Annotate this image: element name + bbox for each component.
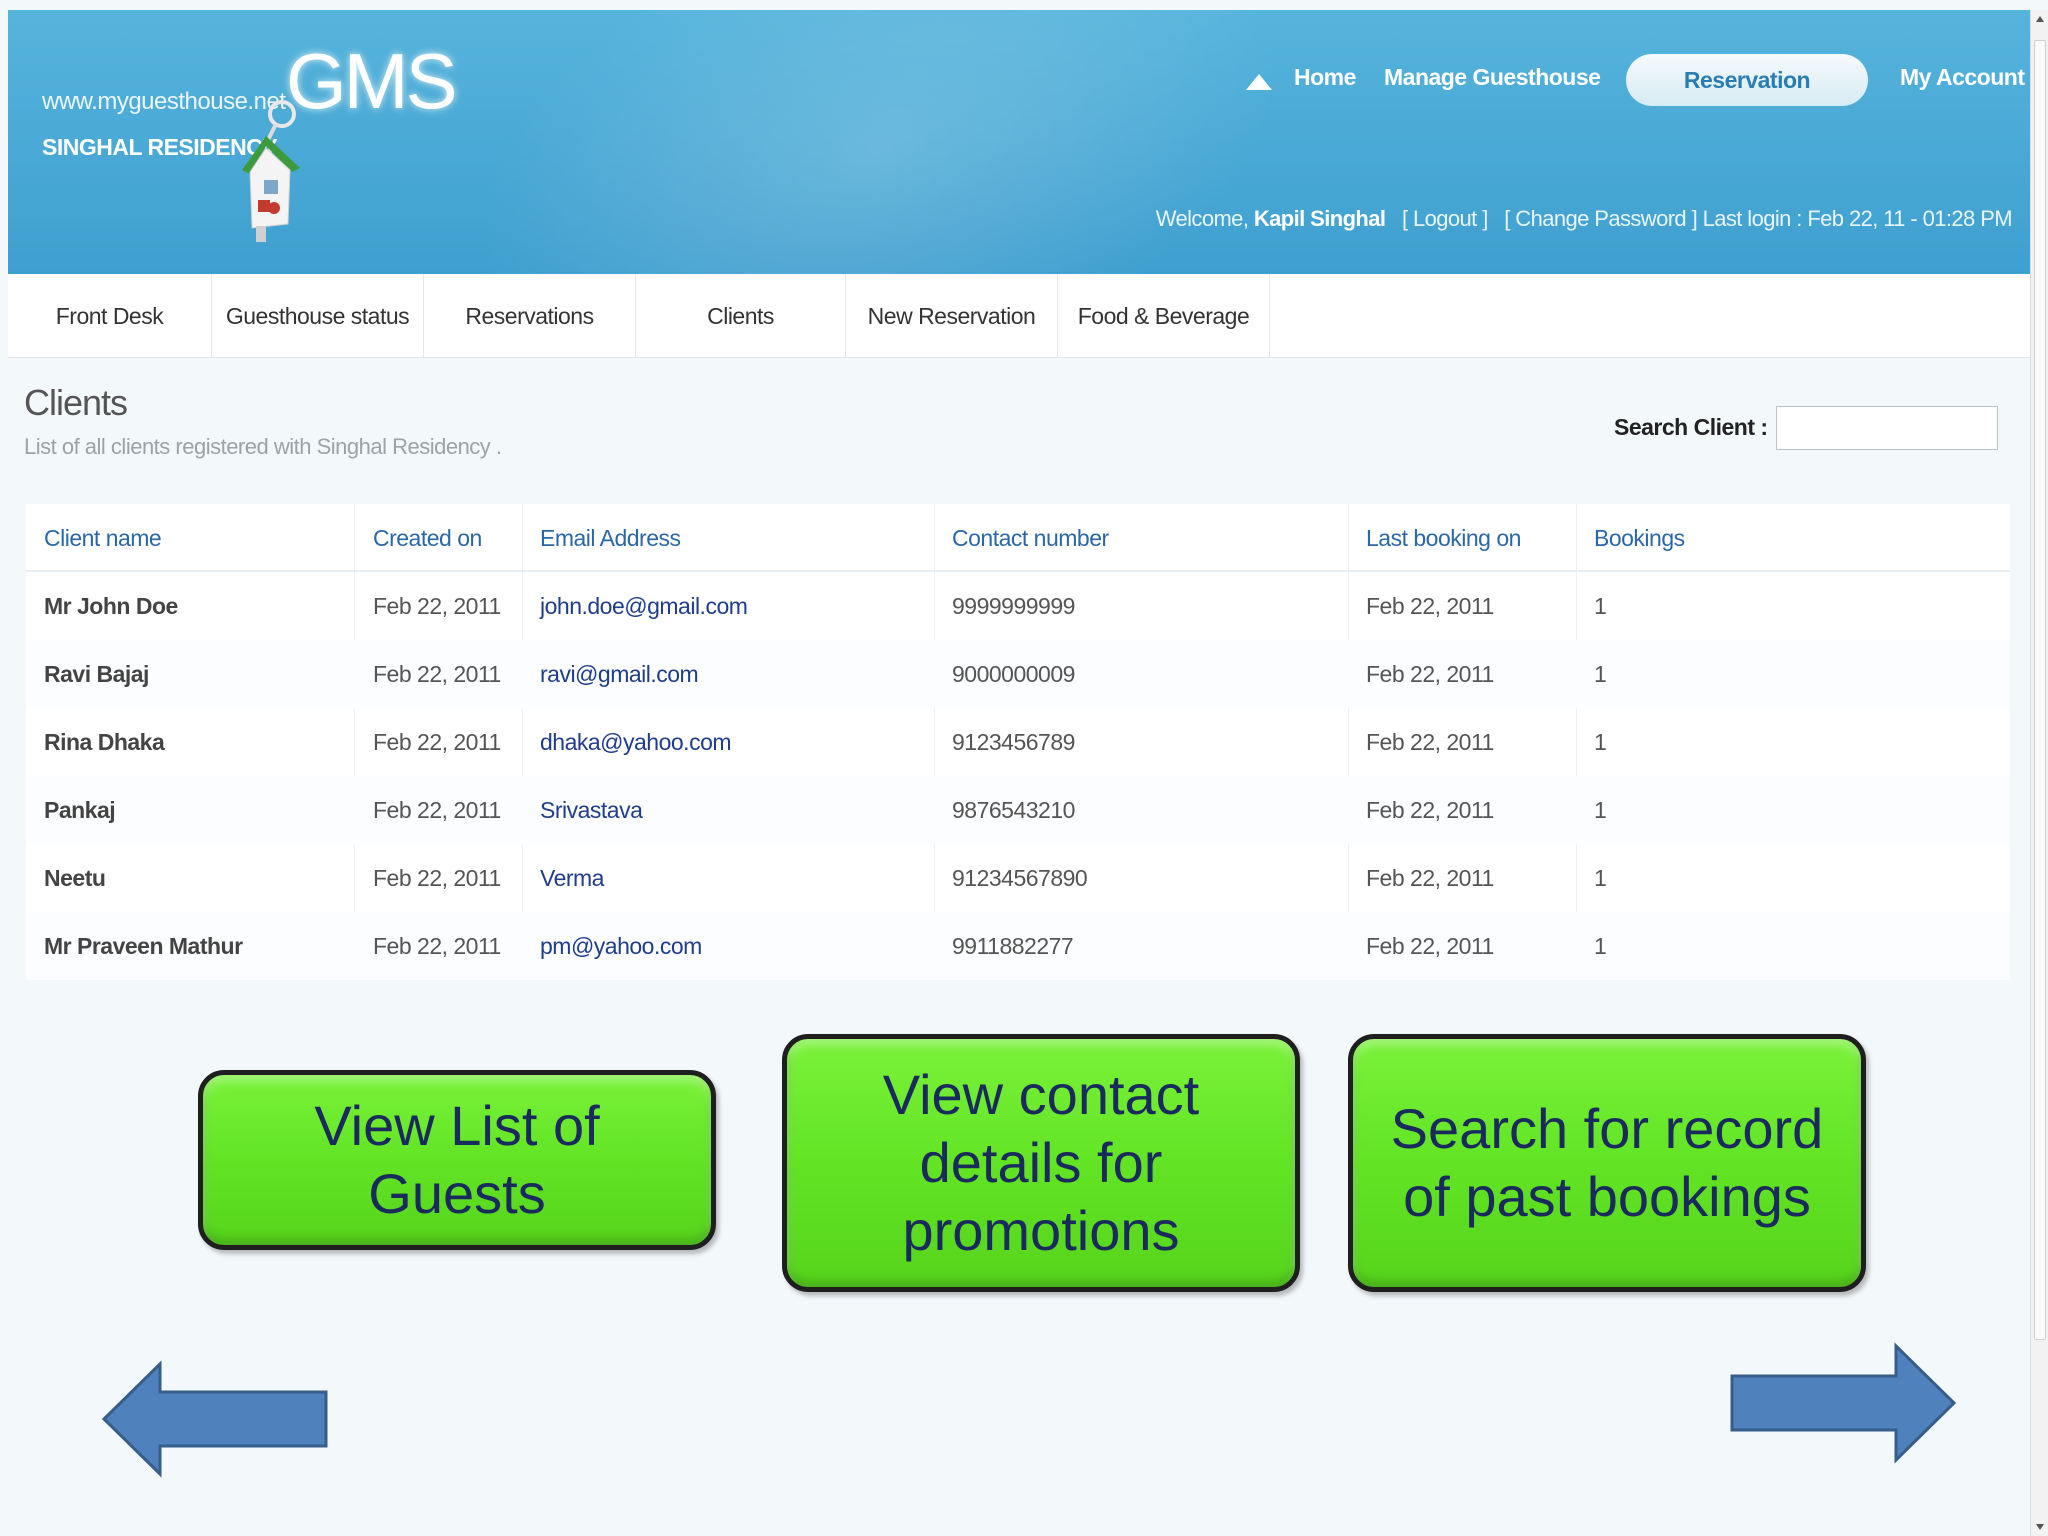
table-row[interactable]: Mr John Doe Feb 22, 2011 john.doe@gmail.…	[26, 572, 2010, 640]
cell-contact-number: 9876543210	[952, 797, 1075, 823]
callout-line: details for	[919, 1131, 1163, 1194]
scroll-up-icon[interactable]	[2036, 16, 2044, 22]
page-subtitle: List of all clients registered with Sing…	[24, 434, 502, 459]
cell-last-booking: Feb 22, 2011	[1366, 933, 1494, 959]
app-header: www.myguesthouse.net SINGHAL RESIDENCY G…	[8, 10, 2030, 274]
cell-last-booking: Feb 22, 2011	[1366, 661, 1494, 687]
tab-clients[interactable]: Clients	[636, 274, 846, 358]
callout-text: View contact details for promotions	[883, 1061, 1199, 1265]
table-row[interactable]: Pankaj Feb 22, 2011 Srivastava 987654321…	[26, 776, 2010, 844]
cell-client-name: Mr John Doe	[44, 593, 178, 619]
cell-created-on: Feb 22, 2011	[373, 865, 501, 891]
last-login: Last login : Feb 22, 11 - 01:28 PM	[1702, 206, 2013, 231]
scroll-down-icon[interactable]	[2036, 1524, 2044, 1530]
callout-line: of past bookings	[1403, 1165, 1811, 1228]
cell-created-on: Feb 22, 2011	[373, 797, 501, 823]
column-header-client-name[interactable]: Client name	[44, 504, 162, 572]
tab-front-desk[interactable]: Front Desk	[8, 274, 212, 358]
cell-last-booking: Feb 22, 2011	[1366, 797, 1494, 823]
tab-new-reservation[interactable]: New Reservation	[846, 274, 1058, 358]
cell-client-name: Rina Dhaka	[44, 729, 165, 755]
cell-email-link[interactable]: ravi@gmail.com	[540, 640, 699, 708]
cell-contact-number: 9123456789	[952, 729, 1075, 755]
cell-email-link[interactable]: pm@yahoo.com	[540, 912, 702, 980]
callout-search-records: Search for record of past bookings	[1348, 1034, 1866, 1292]
cell-client-name: Pankaj	[44, 797, 116, 823]
cell-contact-number: 9000000009	[952, 661, 1075, 687]
search-client-label: Search Client :	[1614, 414, 1768, 440]
callout-line: promotions	[902, 1199, 1180, 1262]
cell-last-booking: Feb 22, 2011	[1366, 593, 1494, 619]
nav-reservation-button[interactable]: Reservation	[1626, 54, 1868, 106]
column-header-created-on[interactable]: Created on	[373, 504, 482, 572]
cell-bookings: 1	[1594, 865, 1607, 891]
callout-line: Guests	[368, 1162, 546, 1225]
nav-home-link[interactable]: Home	[1294, 64, 1356, 91]
callout-line: View contact	[882, 1063, 1200, 1126]
cell-last-booking: Feb 22, 2011	[1366, 865, 1494, 891]
welcome-prefix: Welcome,	[1155, 206, 1249, 231]
header-sheen	[369, 10, 1387, 274]
tab-food-beverage[interactable]: Food & Beverage	[1058, 274, 1270, 358]
cell-client-name: Neetu	[44, 865, 106, 891]
change-password-link[interactable]: [ Change Password ]	[1504, 206, 1697, 231]
cell-bookings: 1	[1594, 729, 1607, 755]
table-row[interactable]: Mr Praveen Mathur Feb 22, 2011 pm@yahoo.…	[26, 912, 2010, 980]
cell-client-name: Mr Praveen Mathur	[44, 933, 243, 959]
table-row[interactable]: Ravi Bajaj Feb 22, 2011 ravi@gmail.com 9…	[26, 640, 2010, 708]
tab-reservations[interactable]: Reservations	[424, 274, 636, 358]
callout-text: View List of Guests	[314, 1092, 599, 1228]
scrollbar-thumb[interactable]	[2034, 40, 2046, 1340]
callout-line: Search for record	[1390, 1097, 1824, 1160]
cell-created-on: Feb 22, 2011	[373, 729, 501, 755]
top-nav: Home Manage Guesthouse Reservation My Ac…	[8, 54, 2030, 110]
table-row[interactable]: Neetu Feb 22, 2011 Verma 91234567890 Feb…	[26, 844, 2010, 912]
main-tab-bar: Front Desk Guesthouse status Reservation…	[8, 274, 2030, 358]
callout-contact-details: View contact details for promotions	[782, 1034, 1300, 1292]
callout-line: View List of	[314, 1094, 600, 1157]
cell-created-on: Feb 22, 2011	[373, 593, 501, 619]
cell-contact-number: 91234567890	[952, 865, 1088, 891]
nav-manage-guesthouse-link[interactable]: Manage Guesthouse	[1384, 64, 1601, 91]
cell-bookings: 1	[1594, 593, 1607, 619]
clients-table: Client name Created on Email Address Con…	[26, 504, 2010, 980]
vertical-scrollbar[interactable]	[2030, 10, 2048, 1536]
callout-view-guests: View List of Guests	[198, 1070, 716, 1250]
cell-email-link[interactable]: dhaka@yahoo.com	[540, 708, 732, 776]
welcome-bar: Welcome, Kapil Singhal [ Logout ] [ Chan…	[1155, 206, 2013, 232]
page-title: Clients	[24, 382, 128, 423]
cell-bookings: 1	[1594, 797, 1607, 823]
cell-email-link[interactable]: Verma	[540, 844, 604, 912]
column-header-bookings[interactable]: Bookings	[1594, 504, 1685, 572]
callout-text: Search for record of past bookings	[1391, 1095, 1824, 1231]
cell-client-name: Ravi Bajaj	[44, 661, 149, 687]
search-client-input[interactable]	[1776, 406, 1998, 450]
column-header-last-booking[interactable]: Last booking on	[1366, 504, 1521, 572]
welcome-user: Kapil Singhal	[1253, 206, 1386, 231]
left-arrow-icon[interactable]	[100, 1360, 330, 1478]
cell-created-on: Feb 22, 2011	[373, 933, 501, 959]
nav-up-arrow-icon	[1246, 74, 1272, 90]
cell-created-on: Feb 22, 2011	[373, 661, 501, 687]
cell-contact-number: 9999999999	[952, 593, 1075, 619]
tab-guesthouse-status[interactable]: Guesthouse status	[212, 274, 424, 358]
house-key-icon	[242, 100, 300, 242]
table-row[interactable]: Rina Dhaka Feb 22, 2011 dhaka@yahoo.com …	[26, 708, 2010, 776]
cell-bookings: 1	[1594, 661, 1607, 687]
nav-my-account-link[interactable]: My Account	[1900, 64, 2025, 91]
cell-last-booking: Feb 22, 2011	[1366, 729, 1494, 755]
table-header: Client name Created on Email Address Con…	[26, 504, 2010, 572]
right-arrow-icon[interactable]	[1728, 1342, 1958, 1464]
logout-link[interactable]: [ Logout ]	[1402, 206, 1488, 231]
cell-contact-number: 9911882277	[952, 933, 1074, 959]
cell-email-link[interactable]: Srivastava	[540, 776, 643, 844]
column-header-email[interactable]: Email Address	[540, 504, 681, 572]
cell-email-link[interactable]: john.doe@gmail.com	[540, 572, 748, 640]
column-header-contact[interactable]: Contact number	[952, 504, 1109, 572]
cell-bookings: 1	[1594, 933, 1607, 959]
